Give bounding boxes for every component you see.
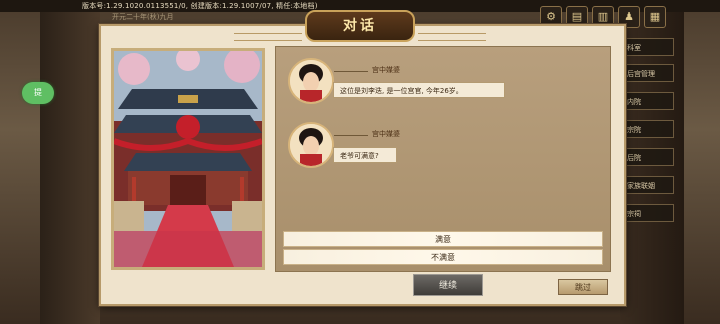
speaker-name: 宫中媒婆	[372, 66, 400, 74]
message-bubble: 这位是刘李迭, 是一位宫官, 今年26岁。	[333, 82, 505, 98]
dialog-title-plaque: 对话	[305, 10, 415, 42]
side-menu-item[interactable]: 科室	[622, 38, 674, 56]
matchmaker-avatar	[288, 58, 334, 104]
side-menu-item[interactable]: 宗院	[622, 120, 674, 138]
date-text: 开元二十年(秋)九月	[112, 13, 174, 21]
matchmaker-portrait-icon	[290, 60, 332, 102]
speaker-name: 宫中媒婆	[372, 130, 400, 138]
side-menu-item[interactable]: 后宫管理	[622, 64, 674, 82]
hint-button[interactable]: 提	[22, 82, 54, 104]
side-menu-item[interactable]: 家族联姻	[622, 176, 674, 194]
name-flourish	[334, 135, 368, 140]
name-flourish	[334, 71, 368, 76]
right-menu-panel	[620, 12, 684, 324]
matchmaker-avatar	[288, 122, 334, 168]
side-menu-item[interactable]: 后院	[622, 148, 674, 166]
dialog-title: 对话	[343, 18, 377, 34]
title-decoration-right	[418, 33, 486, 41]
title-decoration-left	[234, 33, 302, 41]
matchmaker-portrait-icon	[290, 124, 332, 166]
skip-button[interactable]: 跳过	[558, 279, 608, 295]
book-icon[interactable]: ▦	[644, 6, 666, 28]
version-text: 版本号:1.29.1020.0113551/0, 创建版本:1.29.1007/…	[82, 2, 318, 10]
left-character-panel	[40, 12, 100, 324]
side-menu-item[interactable]: 宗祠	[622, 204, 674, 222]
side-menu-item[interactable]: 内院	[622, 92, 674, 110]
message-bubble: 老爷可满意?	[333, 147, 397, 163]
choice-satisfied-button[interactable]: 满意	[283, 231, 603, 247]
choice-unsatisfied-button[interactable]: 不满意	[283, 249, 603, 265]
continue-button[interactable]: 继续	[413, 274, 483, 296]
palace-illustration	[114, 51, 262, 267]
palace-scene-image	[111, 48, 265, 270]
